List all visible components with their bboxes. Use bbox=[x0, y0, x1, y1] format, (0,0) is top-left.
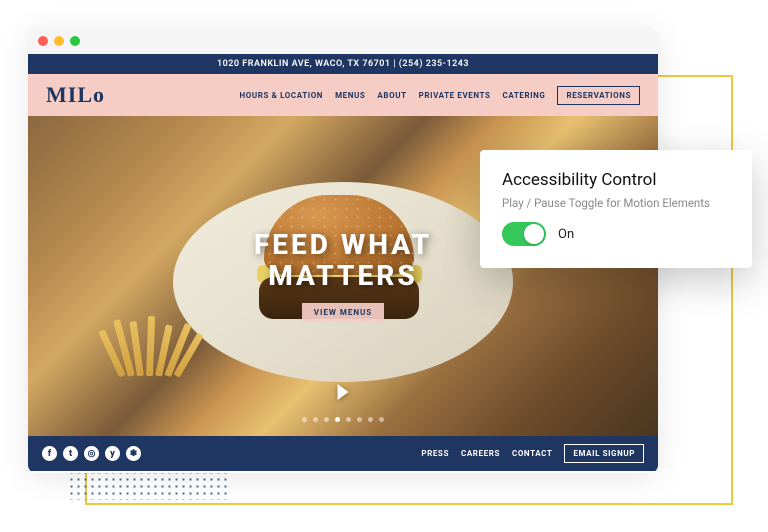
reservations-button[interactable]: RESERVATIONS bbox=[557, 86, 640, 105]
carousel-dot[interactable] bbox=[379, 417, 384, 422]
nav-catering[interactable]: CATERING bbox=[503, 91, 546, 100]
email-signup-button[interactable]: EMAIL SIGNUP bbox=[564, 444, 644, 463]
facebook-icon[interactable]: f bbox=[42, 446, 57, 461]
nav-menus[interactable]: MENUS bbox=[335, 91, 365, 100]
main-nav: MILo HOURS & LOCATION MENUS ABOUT PRIVAT… bbox=[28, 74, 658, 116]
carousel-dot[interactable] bbox=[357, 417, 362, 422]
social-icons: f t ◎ y ✽ bbox=[42, 446, 141, 461]
tripadvisor-icon[interactable]: ✽ bbox=[126, 446, 141, 461]
browser-titlebar bbox=[28, 28, 658, 54]
footer-careers[interactable]: CAREERS bbox=[461, 449, 500, 458]
close-icon[interactable] bbox=[38, 36, 48, 46]
hero-line2: MATTERS bbox=[254, 261, 432, 292]
carousel-dot[interactable] bbox=[324, 417, 329, 422]
twitter-icon[interactable]: t bbox=[63, 446, 78, 461]
hero-line1: FEED WHAT bbox=[254, 230, 432, 261]
popup-description: Play / Pause Toggle for Motion Elements bbox=[502, 196, 730, 210]
address-phone-bar: 1020 FRANKLIN AVE, WACO, TX 76701 | (254… bbox=[28, 54, 658, 74]
footer-contact[interactable]: CONTACT bbox=[512, 449, 552, 458]
motion-toggle[interactable] bbox=[502, 222, 546, 246]
footer-links: PRESS CAREERS CONTACT EMAIL SIGNUP bbox=[421, 444, 644, 463]
footer-bar: f t ◎ y ✽ PRESS CAREERS CONTACT EMAIL SI… bbox=[28, 436, 658, 471]
popup-title: Accessibility Control bbox=[502, 170, 730, 190]
maximize-icon[interactable] bbox=[70, 36, 80, 46]
view-menus-button[interactable]: VIEW MENUS bbox=[302, 303, 384, 322]
hero-headline: FEED WHAT MATTERS bbox=[254, 230, 432, 292]
carousel-dots bbox=[302, 417, 384, 422]
carousel-dot[interactable] bbox=[368, 417, 373, 422]
toggle-row: On bbox=[502, 222, 730, 246]
instagram-icon[interactable]: ◎ bbox=[84, 446, 99, 461]
carousel-dot[interactable] bbox=[302, 417, 307, 422]
nav-about[interactable]: ABOUT bbox=[377, 91, 406, 100]
nav-hours[interactable]: HOURS & LOCATION bbox=[240, 91, 324, 100]
hero-fries-image bbox=[118, 316, 181, 380]
toggle-state-label: On bbox=[558, 227, 574, 242]
yelp-icon[interactable]: y bbox=[105, 446, 120, 461]
carousel-dot[interactable] bbox=[313, 417, 318, 422]
nav-private-events[interactable]: PRIVATE EVENTS bbox=[419, 91, 491, 100]
nav-links: HOURS & LOCATION MENUS ABOUT PRIVATE EVE… bbox=[240, 86, 640, 105]
carousel-dot[interactable] bbox=[346, 417, 351, 422]
accessibility-popup: Accessibility Control Play / Pause Toggl… bbox=[480, 150, 752, 268]
site-logo[interactable]: MILo bbox=[46, 82, 105, 108]
footer-press[interactable]: PRESS bbox=[421, 449, 449, 458]
carousel-dot-active[interactable] bbox=[335, 417, 340, 422]
minimize-icon[interactable] bbox=[54, 36, 64, 46]
play-icon[interactable] bbox=[338, 384, 349, 400]
